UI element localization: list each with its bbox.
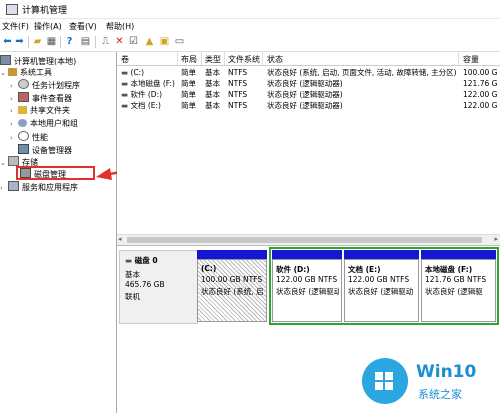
- windows-logo-icon: [362, 358, 408, 404]
- column-layout[interactable]: 布局: [181, 54, 197, 65]
- chevron-right-icon[interactable]: ›: [10, 106, 18, 117]
- partition-c[interactable]: (C:) 100.00 GB NTFS 状态良好 (系统, 启: [197, 250, 267, 322]
- show-hide-tree-icon[interactable]: ▦: [46, 36, 57, 47]
- window-title: 计算机管理: [22, 6, 68, 16]
- event-icon: [18, 92, 29, 102]
- table-row[interactable]: ▬ 软件 (D:) 简单 基本 NTFS 状态良好 (逻辑驱动器) 122.00…: [117, 90, 500, 100]
- users-icon: [18, 119, 27, 127]
- scroll-right-icon[interactable]: ▸: [494, 235, 498, 243]
- title-bar: 计算机管理: [0, 0, 500, 19]
- delete-icon[interactable]: ✕: [114, 36, 125, 47]
- chevron-right-icon[interactable]: ›: [10, 81, 18, 92]
- chevron-right-icon[interactable]: ›: [0, 183, 8, 194]
- disk-status: 联机: [125, 292, 140, 301]
- tree-item-event-viewer[interactable]: › 事件查看器: [10, 92, 72, 103]
- storage-icon: [8, 156, 19, 166]
- computer-icon: [0, 55, 11, 65]
- menu-file[interactable]: 文件(F): [2, 21, 29, 32]
- menu-view[interactable]: 查看(V): [69, 21, 97, 32]
- scroll-left-icon[interactable]: ◂: [118, 235, 122, 243]
- disk-info[interactable]: ▬ 磁盘 0 基本 465.76 GB 联机: [119, 250, 198, 324]
- column-type[interactable]: 类型: [205, 54, 221, 65]
- table-row[interactable]: ▬ (C:) 简单 基本 NTFS 状态良好 (系统, 启动, 页面文件, 活动…: [117, 68, 500, 78]
- column-status[interactable]: 状态: [267, 54, 283, 65]
- folder-icon: [18, 106, 27, 114]
- properties-icon[interactable]: ▤: [80, 36, 91, 47]
- chevron-right-icon[interactable]: ›: [10, 119, 18, 130]
- horizontal-scrollbar[interactable]: ◂ ▸: [117, 234, 500, 245]
- view-icon[interactable]: ▭: [174, 36, 185, 47]
- tree-item-shared-folders[interactable]: › 共享文件夹: [10, 105, 70, 116]
- watermark-title: Win10: [416, 362, 477, 382]
- up-folder-icon[interactable]: ▰: [32, 36, 43, 47]
- table-row[interactable]: ▬ 文档 (E:) 简单 基本 NTFS 状态良好 (逻辑驱动器) 122.00…: [117, 101, 500, 111]
- folder-icon[interactable]: ▲: [144, 36, 155, 47]
- chevron-down-icon[interactable]: ⌄: [0, 158, 8, 169]
- table-header: 卷 布局 类型 文件系统 状态 容量: [117, 52, 500, 66]
- menu-bar: 文件(F) 操作(A) 查看(V) 帮助(H): [0, 19, 500, 33]
- partition-d[interactable]: 软件 (D:) 122.00 GB NTFS 状态良好 (逻辑驱动: [272, 250, 342, 322]
- tree-item-system-tools[interactable]: ⌄ 系统工具: [0, 67, 52, 78]
- scroll-thumb[interactable]: [127, 237, 482, 243]
- tools-icon: [8, 68, 17, 76]
- partition-e[interactable]: 文档 (E:) 122.00 GB NTFS 状态良好 (逻辑驱动: [344, 250, 419, 322]
- tree-item-device-manager[interactable]: 设备管理器: [10, 144, 72, 155]
- computer-management-icon: [6, 4, 18, 15]
- watermark-subtitle: 系统之家: [418, 388, 462, 401]
- menu-help[interactable]: 帮助(H): [106, 21, 134, 32]
- menu-action[interactable]: 操作(A): [34, 21, 62, 32]
- tree-item-computer-management[interactable]: 计算机管理(本地): [0, 55, 76, 66]
- column-volume[interactable]: 卷: [121, 54, 129, 65]
- volume-table: 卷 布局 类型 文件系统 状态 容量 ▬ (C:) 简单 基本 NTFS 状态良…: [117, 52, 500, 234]
- chevron-down-icon[interactable]: ⌄: [0, 68, 8, 79]
- disk-icon: ▬: [125, 256, 135, 265]
- highlight-box: [16, 166, 95, 180]
- forward-icon[interactable]: ➡: [14, 36, 25, 47]
- tree-item-task-scheduler[interactable]: › 任务计划程序: [10, 79, 80, 90]
- navigation-tree: 计算机管理(本地) ⌄ 系统工具 › 任务计划程序 › 事件查看器 › 共享文件夹 › 本…: [0, 52, 117, 413]
- check-icon[interactable]: ☑: [128, 36, 139, 47]
- open-icon[interactable]: ▣: [159, 36, 170, 47]
- help-icon[interactable]: ?: [64, 36, 75, 47]
- table-row[interactable]: ▬ 本地磁盘 (F:) 简单 基本 NTFS 状态良好 (逻辑驱动器) 121.…: [117, 79, 500, 89]
- services-icon: [8, 181, 19, 191]
- tree-item-local-users[interactable]: › 本地用户和组: [10, 118, 78, 129]
- disk-type: 基本: [125, 270, 140, 279]
- disk-size: 465.76 GB: [125, 280, 165, 289]
- chevron-right-icon[interactable]: ›: [10, 94, 18, 105]
- device-icon: [18, 144, 29, 154]
- disk-name: 磁盘 0: [134, 256, 158, 265]
- clock-icon: [18, 79, 29, 89]
- column-filesystem[interactable]: 文件系统: [228, 54, 260, 65]
- chevron-right-icon[interactable]: ›: [10, 133, 18, 144]
- back-icon[interactable]: ⬅: [2, 36, 13, 47]
- toolbar: ⬅ ➡ ▰ ▦ ? ▤ ⎍ ✕ ☑ ▲ ▣ ▭: [0, 33, 500, 52]
- performance-icon: [18, 131, 29, 141]
- column-capacity[interactable]: 容量: [463, 54, 479, 65]
- watermark: Win10 系统之家: [358, 356, 498, 408]
- partition-f[interactable]: 本地磁盘 (F:) 121.76 GB NTFS 状态良好 (逻辑驱: [421, 250, 496, 322]
- tree-item-performance[interactable]: › 性能: [10, 131, 48, 142]
- tree-item-services-apps[interactable]: › 服务和应用程序: [0, 181, 78, 192]
- connect-icon[interactable]: ⎍: [100, 36, 111, 47]
